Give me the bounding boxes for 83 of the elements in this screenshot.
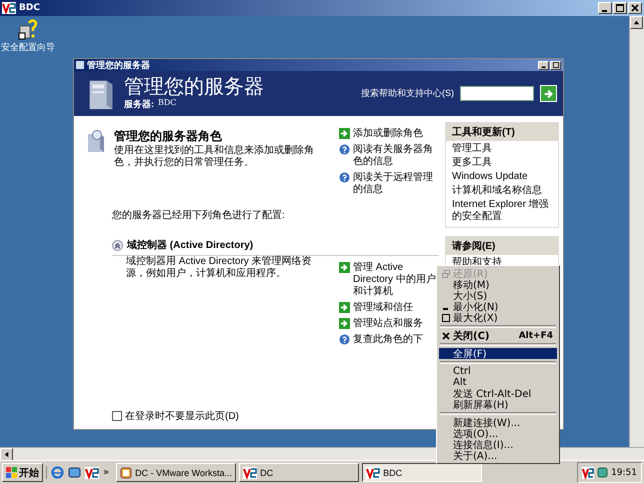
taskbar-button[interactable]: DC [239,463,360,482]
panel-header: 工具和更新(T) [446,123,558,141]
server-name: BDC [158,98,176,109]
maximize-icon [442,314,450,322]
menu-item[interactable]: 关于(A)... [439,450,557,461]
browser-icon[interactable] [51,466,64,479]
search-label: 搜索帮助和支持中心(S) [361,87,454,100]
menu-item[interactable]: 连接信息(I)... [439,439,557,450]
scroll-left-icon[interactable] [3,451,10,458]
more-chevron[interactable]: » [103,467,110,478]
close-icon [442,332,450,340]
task-link[interactable]: 管理 Active Directory 中的用户和计算机 [353,262,439,298]
start-button[interactable]: 开始 [2,463,43,482]
vnc-logo-icon[interactable] [582,466,594,478]
menu-item[interactable]: 大小(S) [439,290,557,301]
page-heading: 管理您的服务器 [124,76,264,98]
vnc-logo-icon [2,2,16,14]
arrow-icon [339,302,350,313]
panel-header: 请参阅(E) [446,237,558,255]
panel-link[interactable]: Windows Update [446,169,558,183]
arrow-icon [339,318,350,329]
task-link[interactable]: 阅读有关服务器角色的信息 [353,144,439,168]
wizard-icon[interactable] [17,18,39,40]
task-link[interactable]: 阅读关于远程管理的信息 [353,172,439,196]
maximize-button[interactable] [613,2,627,14]
minimize-button[interactable] [598,2,612,14]
server-small-icon [76,61,84,69]
menu-item[interactable]: 最小化(N) [439,301,557,312]
section-description: 使用在这里找到的工具和信息来添加或删除角色，并执行您的日常管理任务。 [114,145,315,169]
panel-link[interactable]: Internet Explorer 增强的安全配置 [446,197,558,223]
help-icon [339,172,350,183]
arrow-icon [339,128,350,139]
help-icon [339,144,350,155]
close-button[interactable] [628,2,642,14]
configured-roles-text: 您的服务器已经用下列角色进行了配置: [111,208,286,222]
menu-item[interactable]: Alt [439,377,557,388]
section-heading: 管理您的服务器角色 [114,128,223,144]
help-icon [339,334,350,345]
window-title: BDC [19,3,40,13]
task-link[interactable]: 添加或删除角色 [353,128,423,140]
panel-link[interactable]: 计算机和域名称信息 [446,183,558,197]
vnc-logo-icon[interactable] [85,466,99,478]
arrow-icon [542,88,554,100]
task-link[interactable]: 管理站点和服务 [353,318,423,330]
vertical-scrollbar[interactable] [629,16,644,447]
task-link[interactable]: 管理域和信任 [353,302,413,314]
vm-icon [120,466,132,478]
vnc-logo-icon [243,466,258,478]
arrow-icon [339,262,350,273]
menu-item[interactable]: 关闭(C) Alt+F4 [439,330,557,341]
scroll-up-icon[interactable] [633,19,640,26]
desktop-icon-label[interactable]: 安全配置向导 [1,41,55,54]
search-go-button[interactable] [540,85,557,102]
collapse-icon[interactable] [112,240,123,250]
app-window-title: 管理您的服务器 [87,58,150,72]
task-link[interactable]: 复查此角色的下 [353,334,423,346]
checkbox[interactable] [112,411,122,421]
server-label: 服务器: [124,98,154,111]
panel-link[interactable]: 管理工具 [446,141,558,155]
minimize-button[interactable] [538,60,549,70]
windows-logo-icon [6,467,17,478]
menu-item[interactable]: Ctrl [439,366,557,377]
menu-item[interactable]: 移动(M) [439,279,557,290]
menu-item[interactable]: 发送 Ctrl-Alt-Del [439,388,557,399]
menu-item[interactable]: 最大化(X) [439,312,557,323]
checkbox-label[interactable]: 在登录时不要显示此页(D) [125,409,239,423]
menu-item[interactable]: 刷新屏幕(H) [439,399,557,410]
maximize-button[interactable] [550,60,561,70]
clock: 19:51 [611,468,637,478]
role-description: 域控制器用 Active Directory 来管理网络资源，例如用户，计算机和应用程序。 [125,256,313,281]
role-title: 域控制器 (Active Directory) [127,238,254,252]
close-icon [631,4,639,12]
taskbar-button[interactable]: BDC [362,463,482,482]
panel-link[interactable]: 更多工具 [446,155,558,169]
menu-item[interactable]: 新建连接(W)... [439,417,557,428]
maximize-icon [552,62,558,68]
restore-icon [442,270,450,278]
menu-item[interactable]: 选项(O)... [439,428,557,439]
maximize-icon [616,4,624,12]
menu-item[interactable]: 全屏(F) [439,348,557,359]
taskbar-button[interactable]: DC - VMware Worksta... [116,463,236,482]
vnc-logo-icon [366,466,380,478]
search-field[interactable] [460,86,534,101]
